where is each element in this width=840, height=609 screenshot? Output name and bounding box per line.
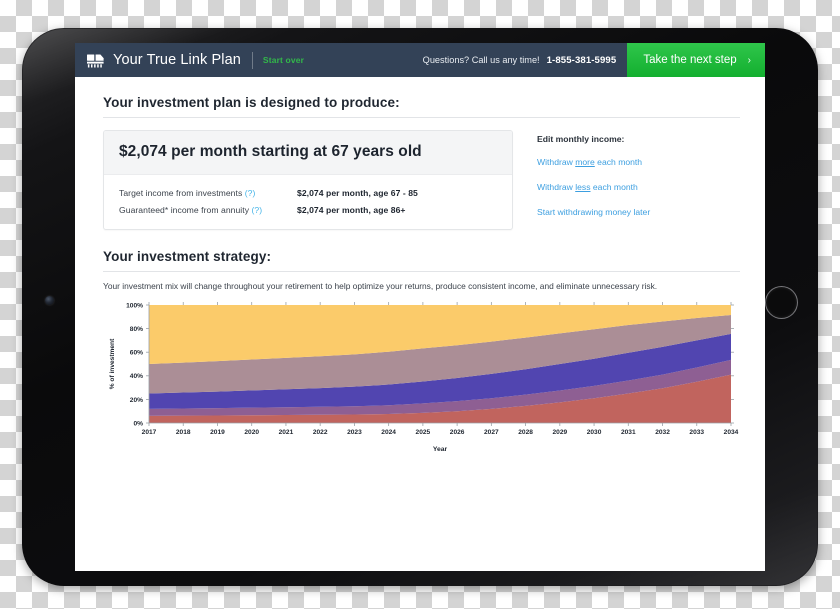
edit-income-label: Edit monthly income:	[537, 134, 625, 144]
chart-y-tick-label: 20%	[130, 397, 143, 404]
plan-detail-label-text: Guaranteed* income from annuity	[119, 205, 250, 215]
start-over-link[interactable]: Start over	[263, 55, 304, 65]
strategy-section-divider	[103, 271, 740, 272]
chart-x-tick-label: 2032	[655, 429, 670, 436]
plan-detail-label-text: Target income from investments	[119, 188, 243, 198]
take-next-step-label: Take the next step	[643, 54, 737, 66]
plan-detail-label: Guaranteed* income from annuity (?)	[119, 205, 297, 215]
support-question-text: Questions? Call us any time!	[422, 55, 540, 65]
withdraw-more-link[interactable]: Withdraw more each month	[537, 157, 650, 167]
withdraw-less-pre: Withdraw	[537, 182, 576, 192]
chart-x-tick-label: 2020	[244, 429, 259, 436]
plan-detail-row: Target income from investments (?) $2,07…	[119, 188, 497, 198]
chart-x-axis-title: Year	[433, 446, 448, 453]
chart-x-tick-label: 2028	[518, 429, 533, 436]
chart-x-tick-label: 2023	[347, 429, 362, 436]
plan-detail-value: $2,074 per month, age 86+	[297, 205, 406, 215]
support-phone-number[interactable]: 1-855-381-5995	[547, 55, 617, 66]
withdraw-more-post: each month	[594, 157, 643, 167]
app-title: Your True Link Plan	[113, 52, 241, 68]
withdraw-less-link[interactable]: Withdraw less each month	[537, 182, 650, 192]
plan-summary-column: $2,074 per month starting at 67 years ol…	[103, 130, 513, 232]
screenshot-stage: Your True Link Plan Start over Questions…	[0, 0, 840, 609]
strategy-section: Your investment strategy: Your investmen…	[103, 249, 740, 453]
chart-x-tick-label: 2018	[176, 429, 191, 436]
plan-summary-card: $2,074 per month starting at 67 years ol…	[103, 130, 513, 230]
chart-y-tick-label: 0%	[133, 421, 143, 428]
withdraw-less-emphasis: less	[575, 182, 591, 192]
plan-summary-card-header: $2,074 per month starting at 67 years ol…	[104, 131, 512, 175]
device-screen: Your True Link Plan Start over Questions…	[75, 43, 765, 571]
chart-y-tick-label: 40%	[130, 374, 143, 381]
chart-y-tick-label: 100%	[126, 303, 143, 310]
withdraw-more-pre: Withdraw	[537, 157, 576, 167]
chart-x-tick-label: 2027	[484, 429, 499, 436]
withdraw-less-post: each month	[590, 182, 638, 192]
help-icon[interactable]: (?)	[245, 188, 256, 198]
plan-detail-row: Guaranteed* income from annuity (?) $2,0…	[119, 205, 497, 215]
app-header: Your True Link Plan Start over Questions…	[75, 43, 765, 77]
help-icon[interactable]: (?)	[252, 205, 263, 215]
take-next-step-button[interactable]: Take the next step ›	[627, 43, 765, 77]
home-button[interactable]	[765, 286, 798, 319]
chart-x-tick-label: 2024	[381, 429, 396, 436]
chip-grid-logo-icon	[87, 54, 104, 67]
chart-x-tick-label: 2030	[587, 429, 602, 436]
header-divider	[251, 51, 253, 69]
ipad-device-frame: Your True Link Plan Start over Questions…	[22, 28, 818, 586]
chart-x-tick-label: 2031	[621, 429, 636, 436]
chart-x-tick-label: 2019	[210, 429, 225, 436]
investment-mix-chart: 0% 20% 40% 60% 80% 100% 2017 2018 2019 2020 2021 20…	[103, 301, 739, 453]
header-right-group: Questions? Call us any time! 1-855-381-5…	[423, 43, 765, 77]
plan-detail-label: Target income from investments (?)	[119, 188, 297, 198]
chart-x-tick-label: 2034	[724, 429, 739, 436]
chart-x-tick-label: 2021	[279, 429, 294, 436]
plan-headline: $2,074 per month starting at 67 years ol…	[119, 143, 422, 160]
investment-mix-area-chart: 0% 20% 40% 60% 80% 100% 2017 2018 2019 2020 2021 20…	[109, 302, 739, 453]
chart-y-axis-title: % of investment	[109, 338, 116, 389]
chart-x-tick-label: 2033	[689, 429, 704, 436]
chart-x-tick-label: 2017	[142, 429, 157, 436]
plan-detail-value: $2,074 per month, age 67 - 85	[297, 188, 418, 198]
edit-income-column: Edit monthly income: Withdraw more each …	[513, 130, 650, 232]
plan-summary-card-body: Target income from investments (?) $2,07…	[104, 175, 512, 229]
strategy-note: Your investment mix will change througho…	[103, 281, 658, 291]
plan-section-title: Your investment plan is designed to prod…	[103, 95, 400, 110]
chart-x-tick-label: 2026	[450, 429, 465, 436]
chart-y-tick-label: 60%	[130, 350, 143, 357]
strategy-section-title: Your investment strategy:	[103, 249, 272, 264]
front-camera-icon	[45, 296, 54, 305]
chart-x-tick-label: 2025	[416, 429, 431, 436]
plan-columns: $2,074 per month starting at 67 years ol…	[103, 130, 740, 232]
plan-section-divider	[103, 117, 740, 118]
chart-x-tick-label: 2029	[552, 429, 567, 436]
chart-x-tick-label: 2022	[313, 429, 328, 436]
chart-y-tick-label: 80%	[130, 326, 143, 333]
chevron-right-icon: ›	[747, 54, 751, 66]
withdraw-more-emphasis: more	[575, 157, 595, 167]
page-content: Your investment plan is designed to prod…	[75, 77, 765, 453]
withdraw-later-text: Start withdrawing money later	[537, 207, 651, 217]
withdraw-later-link[interactable]: Start withdrawing money later	[537, 207, 650, 217]
